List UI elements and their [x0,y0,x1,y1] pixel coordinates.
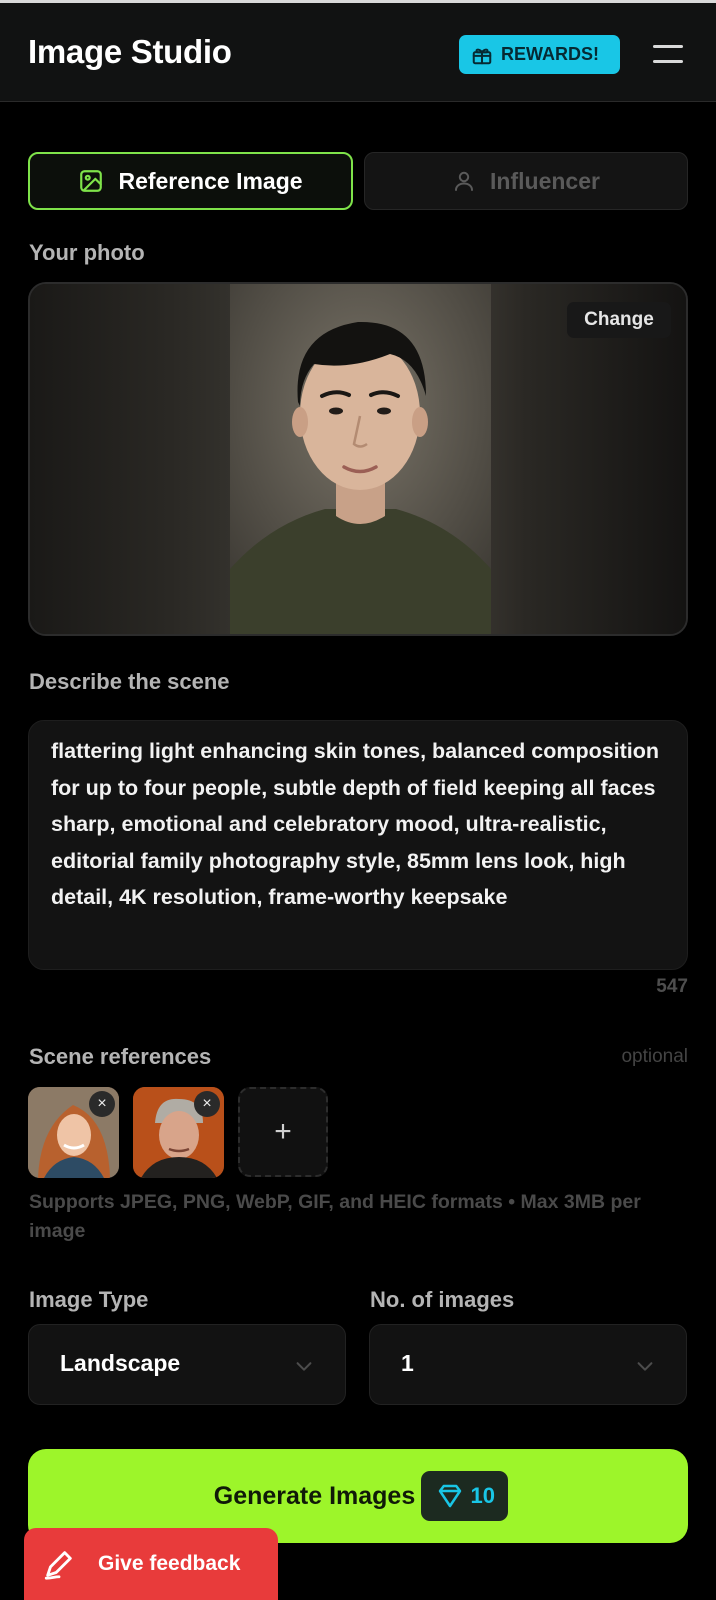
tab-reference-image[interactable]: Reference Image [28,152,353,210]
optional-label: optional [621,1046,688,1067]
user-icon [455,171,474,191]
character-count: 547 [656,976,688,997]
num-images-select[interactable]: 1 [369,1324,687,1405]
tab-influencer-label: Influencer [490,167,600,194]
formats-note: Supports JPEG, PNG, WebP, GIF, and HEIC … [29,1191,641,1242]
rewards-button[interactable]: REWARDS! [459,35,620,74]
photo-label: Your photo [29,240,145,265]
app-title: Image Studio [28,33,232,70]
portrait-illustration [230,284,491,634]
plus-icon: + [274,1115,292,1148]
gem-icon [438,1484,461,1508]
photo-blur-left [30,284,230,634]
num-images-value: 1 [401,1350,414,1376]
gift-icon [472,48,492,64]
image-type-label: Image Type [29,1287,149,1312]
image-icon [80,170,103,192]
credit-cost: 10 [470,1483,495,1508]
remove-reference-button[interactable]: × [194,1091,220,1117]
menu-icon[interactable] [653,43,683,67]
add-reference-button[interactable]: + [238,1087,328,1177]
chevron-down-icon [296,1362,312,1371]
remove-reference-button[interactable]: × [89,1091,115,1117]
generate-label: Generate Images [213,1481,416,1510]
give-feedback-label: Give feedback [98,1552,241,1575]
rewards-label: REWARDS! [501,44,599,64]
tab-influencer[interactable]: Influencer [364,152,688,210]
credit-cost-badge: 10 [421,1471,509,1521]
pencil-icon [44,1551,72,1580]
app-header: Image Studio REWARDS! [0,0,716,102]
image-type-value: Landscape [60,1350,181,1376]
scene-label: Describe the scene [29,669,230,694]
image-type-select[interactable]: Landscape [28,1324,346,1405]
change-photo-button[interactable]: Change [567,302,671,338]
portrait-image [230,284,491,634]
tab-reference-image-label: Reference Image [118,167,303,194]
scene-references-label: Scene references [29,1044,212,1069]
scene-description-input[interactable]: flattering light enhancing skin tones, b… [28,720,688,970]
scene-reference-thumbnail[interactable]: × [133,1087,224,1178]
scene-reference-thumbnail[interactable]: × [28,1087,119,1178]
num-images-label: No. of images [370,1287,515,1312]
give-feedback-button[interactable]: Give feedback [24,1528,278,1600]
chevron-down-icon [637,1362,653,1371]
reference-photo[interactable]: Change [28,282,688,636]
